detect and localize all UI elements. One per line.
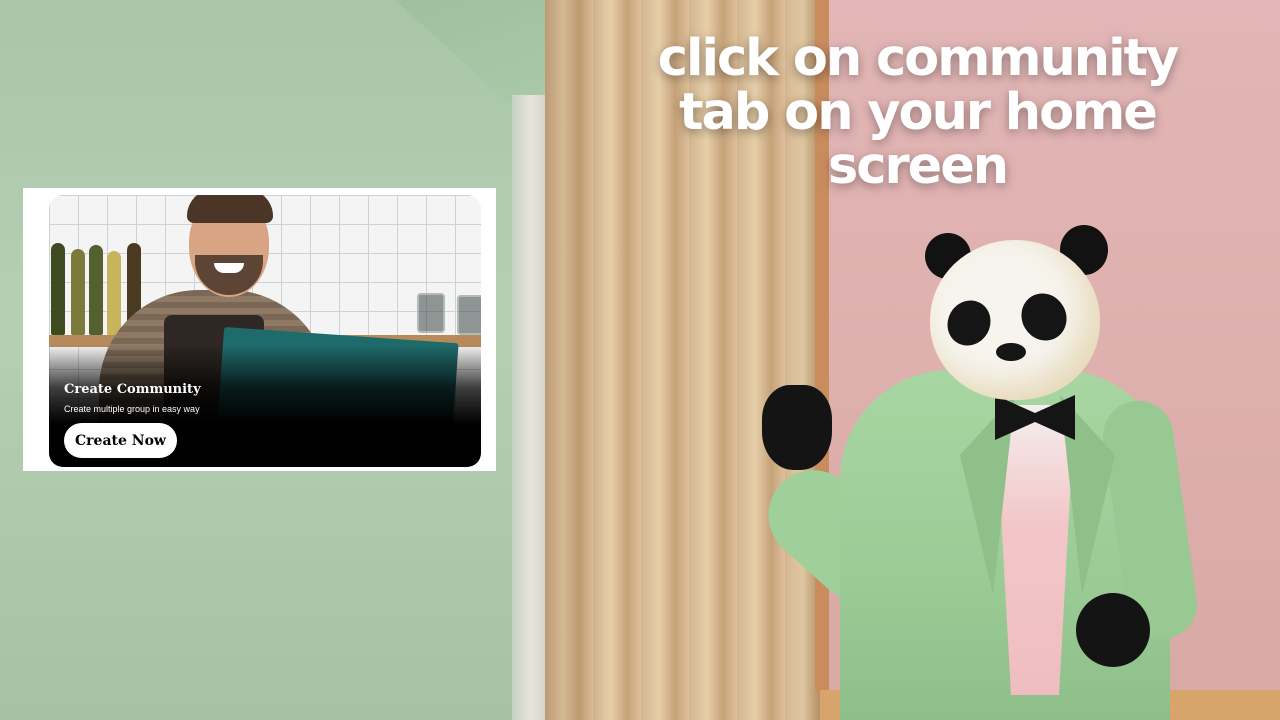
photo-bottle (51, 243, 65, 335)
photo-person-hair (187, 195, 273, 223)
app-screenshot-frame: Create Community Create multiple group i… (23, 188, 496, 471)
panda-paw-pointing (762, 385, 832, 470)
instruction-caption: click on community tab on your home scre… (657, 29, 1179, 196)
photo-bottle (107, 251, 121, 335)
create-now-button[interactable]: Create Now (64, 423, 177, 458)
video-frame: click on community tab on your home scre… (0, 0, 1280, 720)
create-community-card[interactable]: Create Community Create multiple group i… (49, 195, 481, 467)
photo-bottle (71, 249, 85, 335)
photo-jar (457, 295, 481, 335)
panda-character (749, 225, 1230, 720)
photo-jar (417, 293, 445, 333)
panda-paw-right (1076, 593, 1150, 667)
card-subtitle: Create multiple group in easy way (64, 404, 200, 414)
photo-bottle (89, 245, 103, 335)
panda-nose (996, 343, 1026, 361)
card-title: Create Community (64, 382, 201, 397)
